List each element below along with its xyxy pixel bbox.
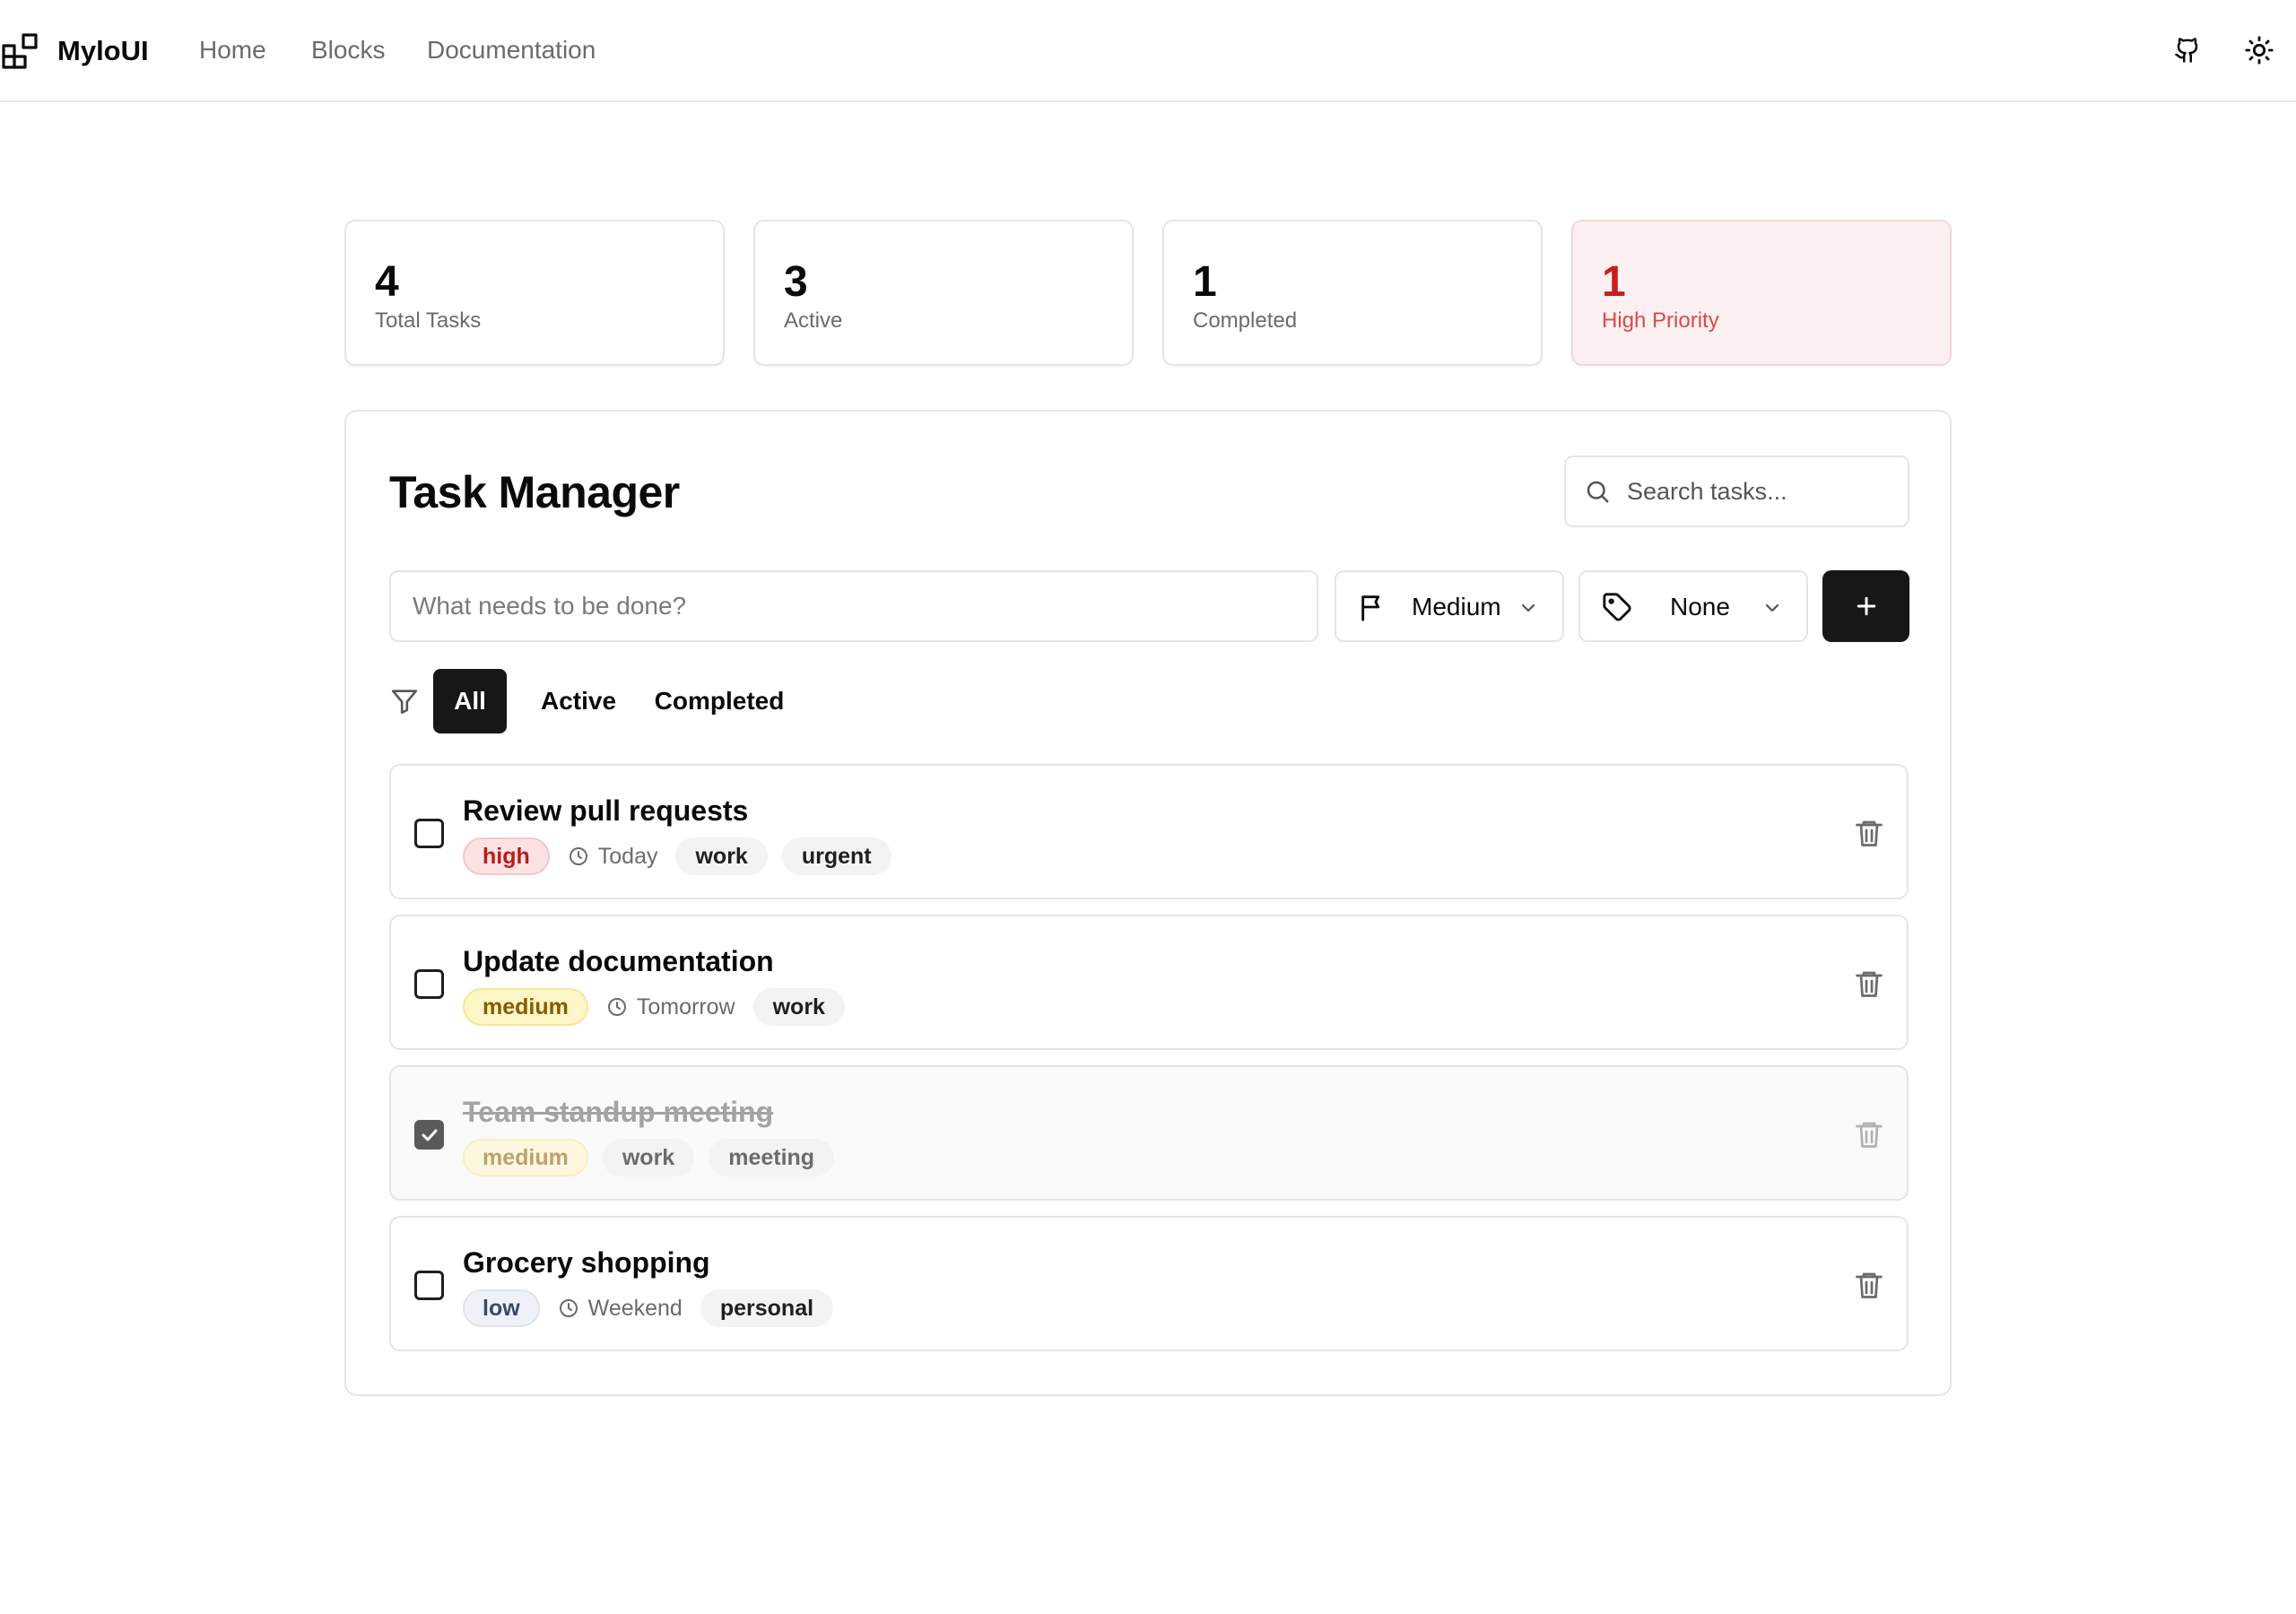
page-title: Task Manager [389,467,680,517]
task-item: Update documentation medium Tomorrow wor… [389,915,1909,1050]
check-icon [422,1129,437,1141]
task-title: Review pull requests [463,794,749,827]
task-title: Update documentation [463,945,774,977]
task-item: Grocery shopping low Weekend personal [389,1216,1909,1351]
filter-tab-completed[interactable]: Completed [648,669,791,733]
stat-label: Active [784,308,843,333]
task-meta: high Today work urgent [463,837,891,875]
clock-icon [607,998,626,1016]
priority-badge: medium [463,1139,588,1176]
trash-icon[interactable] [1853,816,1885,850]
task-checkbox[interactable] [414,969,444,999]
task-title: Team standup meeting [463,1096,774,1128]
task-title: Grocery shopping [463,1246,710,1279]
stat-card-completed: 1 Completed [1162,220,1543,366]
tag-select[interactable]: None [1578,570,1808,642]
filter-tab-all[interactable]: All [433,669,507,733]
stat-label: Completed [1193,308,1298,333]
stat-value: 1 [1193,258,1217,306]
priority-badge: medium [463,988,588,1026]
stat-value: 3 [784,258,808,306]
github-icon [2175,38,2198,63]
trash-icon[interactable] [1853,1268,1885,1302]
due-date-label: Weekend [587,1295,683,1321]
due-date-label: Tomorrow [636,994,735,1020]
new-task-input[interactable] [389,570,1318,642]
tag-badge: urgent [781,837,891,875]
tag-badge: meeting [709,1139,835,1176]
top-navbar: MyloUI Home Blocks Documentation [0,0,2296,102]
stat-value: 4 [375,258,399,306]
search-icon [1587,481,1609,503]
blocks-icon[interactable] [2,33,39,69]
trash-icon[interactable] [1853,967,1885,1001]
due-date: Today [564,844,662,870]
flag-icon [1361,595,1380,621]
task-meta: medium work meeting [463,1139,835,1176]
tag-select-value: None [1670,593,1730,620]
clock-icon [569,847,587,865]
stat-value: 1 [1602,258,1626,306]
trash-icon[interactable] [1853,1117,1885,1151]
search-box[interactable] [1564,456,1909,527]
tag-badge: personal [700,1289,834,1327]
nav-documentation-link[interactable]: Documentation [427,34,596,66]
stat-label: High Priority [1602,308,1719,333]
task-checkbox[interactable] [414,819,444,848]
task-item-completed: Team standup meeting medium work meeting [389,1065,1909,1201]
task-checkbox[interactable] [414,1271,444,1300]
stat-card-total: 4 Total Tasks [344,220,725,366]
github-button[interactable] [2168,30,2207,70]
tag-badge: work [675,837,768,875]
tag-badge: work [752,988,845,1026]
nav-blocks-link[interactable]: Blocks [311,34,385,66]
filter-tab-active[interactable]: Active [521,669,636,733]
tag-badge: work [602,1139,695,1176]
tag-icon [1603,593,1631,621]
add-task-button[interactable] [1822,570,1909,642]
stat-card-high-priority: 1 High Priority [1571,220,1952,366]
task-meta: low Weekend personal [463,1289,834,1327]
clock-icon [559,1299,578,1317]
filter-icon [391,690,418,715]
priority-select[interactable]: Medium [1335,570,1564,642]
priority-badge: low [463,1289,540,1327]
due-date-label: Today [597,843,658,869]
brand-name[interactable]: MyloUI [57,33,149,69]
priority-select-value: Medium [1412,593,1501,620]
priority-badge: high [463,837,550,875]
nav-home-link[interactable]: Home [199,34,266,66]
task-item: Review pull requests high Today work urg… [389,764,1909,899]
stat-label: Total Tasks [375,308,482,333]
due-date: Tomorrow [603,994,739,1020]
stat-card-active: 3 Active [753,220,1134,366]
chevron-down-icon [1765,603,1779,612]
chevron-down-icon [1521,603,1535,612]
due-date: Weekend [554,1296,686,1322]
task-manager-card: Task Manager Medium None All Active Comp… [344,410,1952,1396]
task-checkbox-checked[interactable] [414,1120,444,1150]
task-meta: medium Tomorrow work [463,988,845,1026]
search-input[interactable] [1627,477,1896,506]
theme-toggle-button[interactable] [2239,30,2279,70]
plus-icon [1857,596,1875,616]
sun-icon [2245,36,2274,65]
